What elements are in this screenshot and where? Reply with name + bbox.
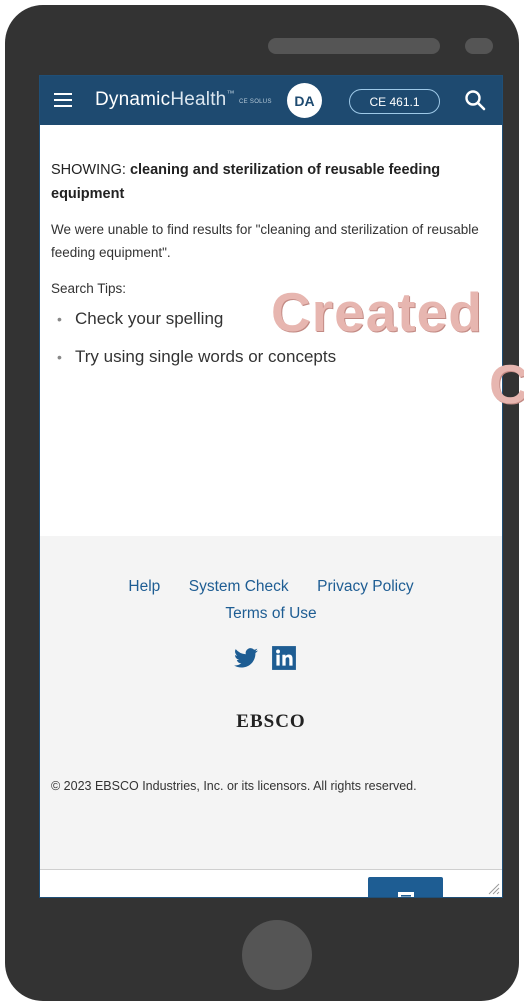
user-avatar[interactable]: DA bbox=[287, 83, 322, 118]
resize-grip-icon[interactable] bbox=[486, 881, 500, 895]
brand-part2: Health bbox=[170, 89, 227, 110]
twitter-icon[interactable] bbox=[233, 645, 259, 671]
showing-query: SHOWING: cleaning and sterilization of r… bbox=[51, 158, 491, 206]
terms-of-use-link[interactable]: Terms of Use bbox=[225, 605, 316, 623]
list-item: Try using single words or concepts bbox=[51, 346, 491, 368]
system-check-link[interactable]: System Check bbox=[189, 578, 289, 596]
app-screen: DynamicHealth™ CE SOLUS DA CE 461.1 SHOW… bbox=[39, 75, 503, 898]
footer-divider bbox=[40, 869, 502, 870]
brand-trademark: ™ bbox=[226, 89, 235, 98]
app-logo[interactable]: DynamicHealth™ bbox=[95, 89, 235, 111]
footer-links: Help System Check Privacy Policy bbox=[40, 578, 502, 596]
social-links bbox=[233, 645, 297, 671]
ebsco-logo: EBSCO bbox=[236, 711, 306, 732]
brand-part1: Dynamic bbox=[95, 89, 171, 110]
linkedin-icon[interactable] bbox=[271, 645, 297, 671]
search-icon[interactable] bbox=[464, 89, 486, 111]
phone-speaker bbox=[268, 38, 440, 54]
footer-links-row2: Terms of Use bbox=[40, 605, 502, 623]
brand-subtitle: CE SOLUS bbox=[239, 99, 272, 105]
watermark-text: Created bbox=[271, 281, 483, 343]
menu-icon[interactable] bbox=[54, 93, 72, 108]
privacy-policy-link[interactable]: Privacy Policy bbox=[317, 578, 413, 596]
phone-camera bbox=[465, 38, 493, 54]
top-navigation-bar: DynamicHealth™ CE SOLUS DA CE 461.1 bbox=[40, 76, 502, 125]
chat-button[interactable] bbox=[368, 877, 443, 897]
search-results-content: SHOWING: cleaning and sterilization of r… bbox=[51, 158, 491, 384]
phone-home-button[interactable] bbox=[242, 920, 312, 990]
watermark-fragment: C bbox=[489, 353, 524, 415]
no-results-message: We were unable to find results for "clea… bbox=[51, 222, 479, 260]
ce-credits-badge[interactable]: CE 461.1 bbox=[349, 89, 440, 114]
copyright-text: © 2023 EBSCO Industries, Inc. or its lic… bbox=[51, 779, 417, 793]
chat-icon bbox=[397, 892, 414, 897]
page-footer: Help System Check Privacy Policy Terms o… bbox=[40, 536, 502, 869]
help-link[interactable]: Help bbox=[128, 578, 160, 596]
showing-prefix: SHOWING: bbox=[51, 162, 130, 178]
